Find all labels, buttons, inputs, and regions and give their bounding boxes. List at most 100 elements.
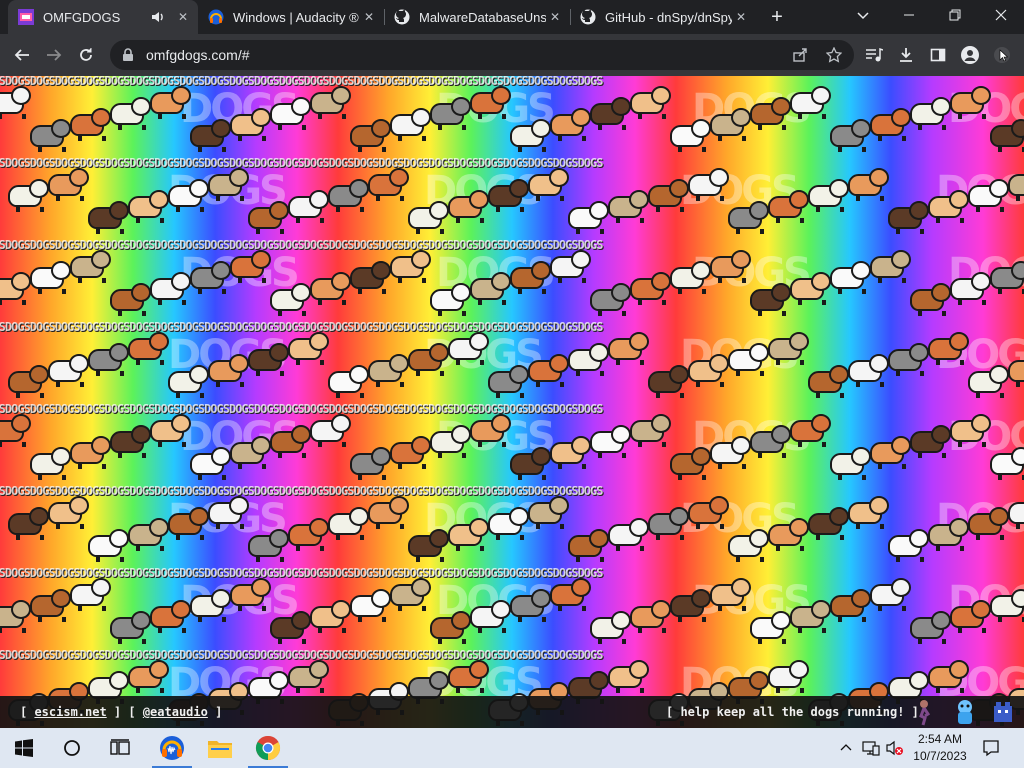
bookmark-star-icon[interactable] xyxy=(824,45,844,65)
running-dog-icon xyxy=(150,600,191,633)
escism-link[interactable]: escism.net xyxy=(34,705,106,719)
lock-icon[interactable] xyxy=(121,48,135,62)
close-tab-icon[interactable]: ✕ xyxy=(174,8,192,26)
running-dog-icon xyxy=(768,660,809,693)
media-controls-icon[interactable] xyxy=(864,45,884,65)
running-dog-icon xyxy=(830,447,871,480)
dog-stripe: DOGSDOGSDOGSDOGSDOGSDOGSDOGSDOGSDOGSDOGS… xyxy=(0,320,1024,402)
minimize-button[interactable] xyxy=(886,0,932,30)
pixel-creature-icon xyxy=(990,698,1014,726)
running-dog-icon xyxy=(270,611,311,644)
running-dog-icon xyxy=(0,272,31,305)
tab-dnspy[interactable]: GitHub - dnSpy/dnSpy ✕ xyxy=(570,0,756,34)
running-dog-icon xyxy=(630,414,671,447)
running-dog-icon xyxy=(1008,360,1024,387)
running-dog-icon xyxy=(550,108,591,141)
address-bar[interactable]: omfgdogs.com/# xyxy=(110,40,854,70)
close-tab-icon[interactable]: ✕ xyxy=(360,8,378,26)
running-dog-icon xyxy=(128,660,169,693)
running-dog-icon xyxy=(288,190,329,223)
audacity-icon xyxy=(208,9,224,25)
running-dog-icon xyxy=(190,447,231,480)
running-dog-icon xyxy=(408,201,449,234)
eataudio-link[interactable]: @eataudio xyxy=(143,705,208,719)
running-dog-icon xyxy=(408,343,449,376)
search-button[interactable] xyxy=(48,728,96,768)
running-dog-icon xyxy=(550,436,591,469)
tab-omfgdogs[interactable]: OMFGDOGS ✕ xyxy=(8,0,198,34)
share-icon[interactable] xyxy=(790,45,810,65)
close-tab-icon[interactable]: ✕ xyxy=(732,8,750,26)
chrome-app[interactable] xyxy=(244,728,292,768)
running-dog-icon xyxy=(248,201,289,234)
tab-audacity[interactable]: Windows | Audacity ® ✕ xyxy=(198,0,385,34)
running-dog-icon xyxy=(488,507,529,540)
reload-button[interactable] xyxy=(71,40,101,70)
running-dog-icon xyxy=(870,436,911,469)
running-dog-icon xyxy=(608,660,649,693)
url-text[interactable]: omfgdogs.com/# xyxy=(146,47,250,63)
start-button[interactable] xyxy=(0,728,48,768)
running-dog-icon xyxy=(270,97,311,130)
running-dog-icon xyxy=(350,119,391,152)
running-dog-icon xyxy=(448,332,489,365)
running-dog-icon xyxy=(710,108,751,141)
running-dog-icon xyxy=(30,261,71,294)
running-dog-icon xyxy=(88,343,129,376)
tab-malware-database[interactable]: MalwareDatabaseUnso ✕ xyxy=(384,0,571,34)
running-dog-icon xyxy=(288,332,329,365)
forward-button[interactable] xyxy=(39,40,69,70)
notification-center-icon[interactable] xyxy=(981,738,1001,758)
download-icon[interactable] xyxy=(896,45,916,65)
side-panel-icon[interactable] xyxy=(928,45,948,65)
back-button[interactable] xyxy=(7,40,37,70)
show-hidden-icons-chevron-icon[interactable] xyxy=(836,738,856,758)
running-figure-icon xyxy=(912,698,936,726)
help-keep-dogs-running-link[interactable]: [ help keep all the dogs running! ] xyxy=(666,705,919,719)
running-dog-icon xyxy=(950,272,991,305)
running-dog-icon xyxy=(928,660,969,693)
volume-muted-icon[interactable] xyxy=(885,738,905,758)
menu-more-icon[interactable] xyxy=(992,45,1012,65)
running-dog-icon xyxy=(328,507,369,540)
running-dog-icon xyxy=(310,86,351,119)
running-dog-icon xyxy=(688,168,729,201)
running-dog-icon xyxy=(910,283,951,316)
running-dog-icon xyxy=(208,168,249,201)
network-icon[interactable] xyxy=(861,738,881,758)
profile-icon[interactable] xyxy=(960,45,980,65)
running-dog-icon xyxy=(830,261,871,294)
tab-search-chevron-icon[interactable] xyxy=(852,4,874,26)
running-dog-icon xyxy=(190,261,231,294)
running-dog-icon xyxy=(768,332,809,365)
running-dog-icon xyxy=(928,332,969,365)
running-dog-icon xyxy=(550,250,591,283)
running-dog-icon xyxy=(648,179,689,212)
running-dog-icon xyxy=(750,283,791,316)
restore-button[interactable] xyxy=(932,0,978,30)
close-window-button[interactable] xyxy=(978,0,1024,30)
tab-title: OMFGDOGS xyxy=(43,9,121,25)
running-dog-icon xyxy=(630,86,671,119)
running-dog-icon xyxy=(368,496,409,529)
running-dog-icon xyxy=(870,108,911,141)
system-clock[interactable]: 2:54 AM 10/7/2023 xyxy=(908,731,972,765)
file-explorer-app[interactable] xyxy=(196,728,244,768)
running-dog-icon xyxy=(390,436,431,469)
speaker-icon[interactable] xyxy=(150,9,166,25)
running-dog-icon xyxy=(448,518,489,551)
running-dog-icon xyxy=(430,425,471,458)
running-dog-icon xyxy=(790,600,831,633)
running-dog-icon xyxy=(568,343,609,376)
running-dog-icon xyxy=(830,589,871,622)
running-dog-icon xyxy=(888,343,929,376)
task-view-button[interactable] xyxy=(96,728,144,768)
running-dog-icon xyxy=(48,354,89,387)
running-dog-icon xyxy=(470,86,511,119)
running-dog-icon xyxy=(310,600,351,633)
running-dog-icon xyxy=(968,179,1009,212)
running-dog-icon xyxy=(88,529,129,562)
new-tab-button[interactable]: + xyxy=(766,6,788,28)
close-tab-icon[interactable]: ✕ xyxy=(546,8,564,26)
audacity-app[interactable] xyxy=(148,728,196,768)
